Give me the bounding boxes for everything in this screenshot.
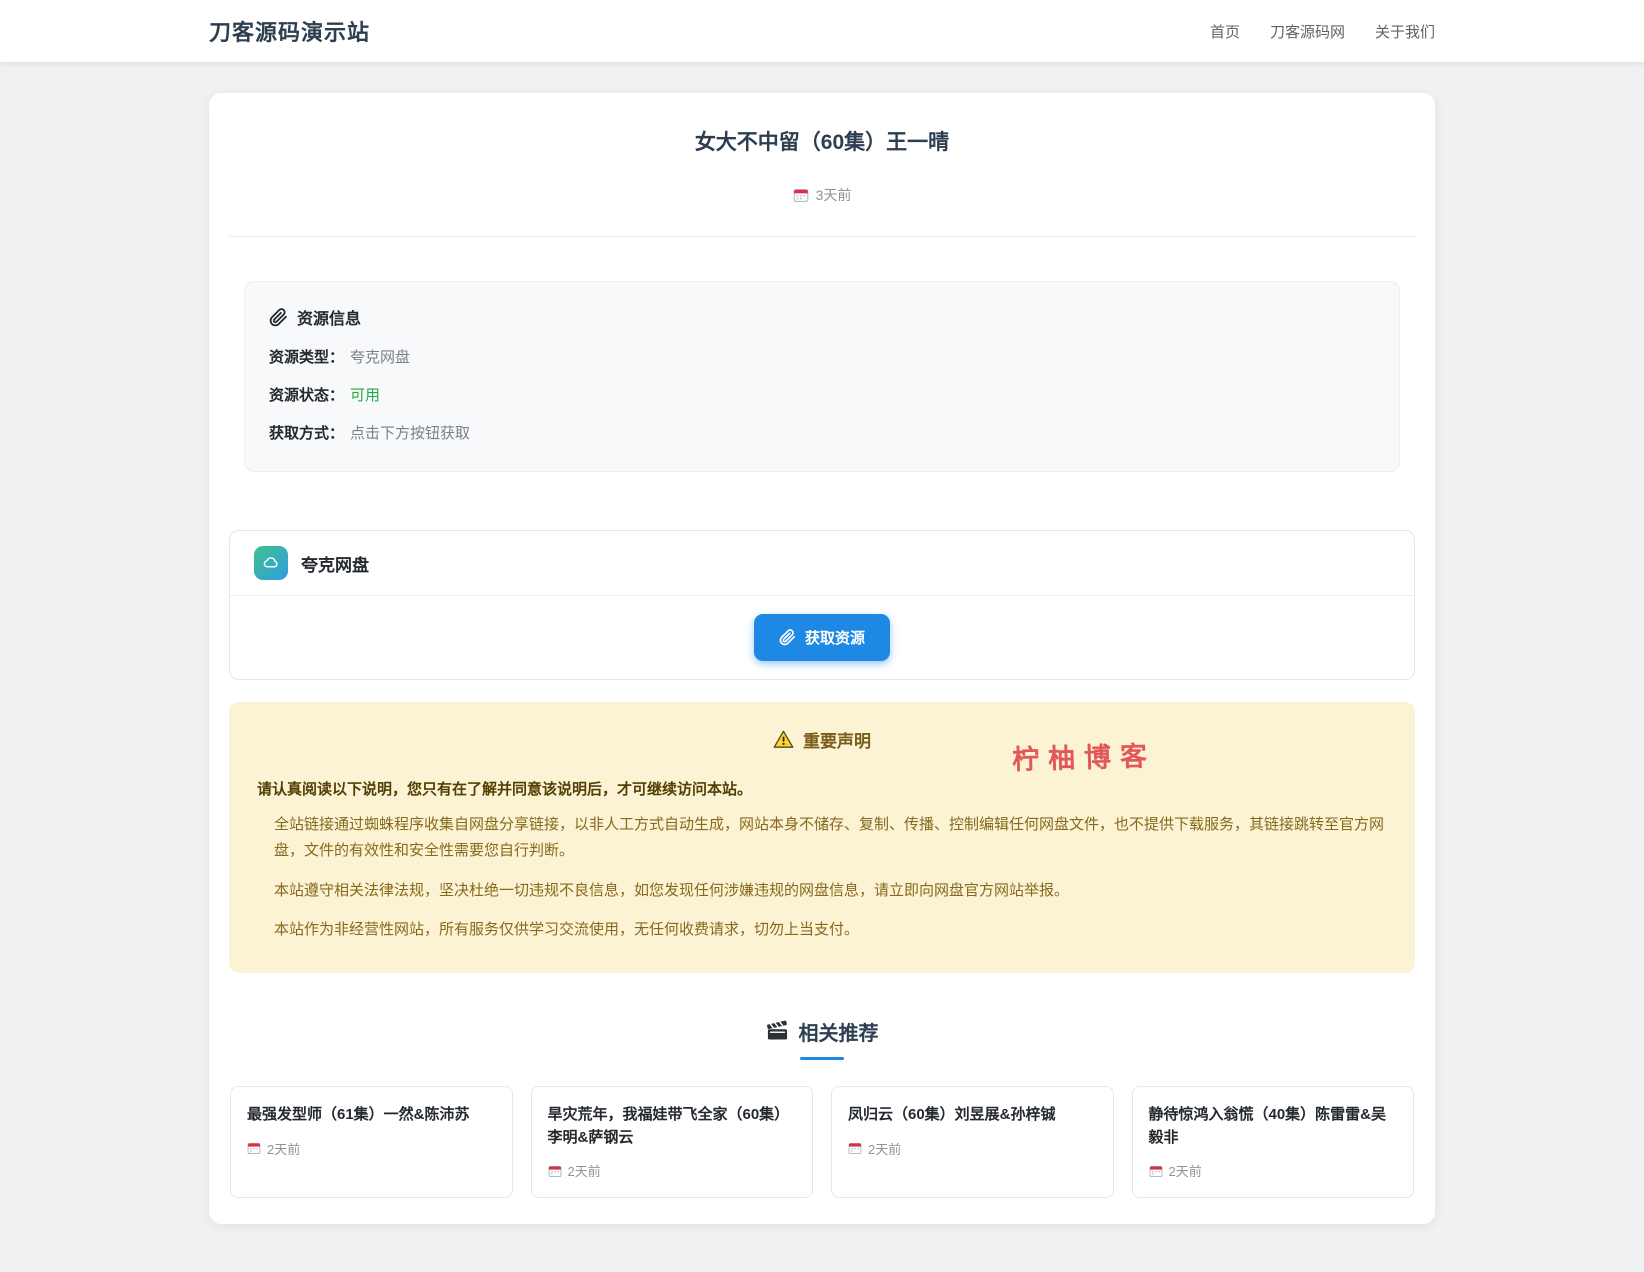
download-card-header: 夸克网盘 <box>230 531 1414 595</box>
recommendation-title: 静待惊鸿入翁慌（40集）陈雷雷&吴毅非 <box>1149 1104 1398 1149</box>
post-title: 女大不中留（60集）王一晴 <box>229 126 1415 156</box>
post-card: 女大不中留（60集）王一晴 3天前 资源信息 资源类型： 夸克网盘 资源状态： 可用 <box>209 93 1435 1224</box>
resource-info-heading-label: 资源信息 <box>297 305 361 329</box>
download-card-body: 获取资源 <box>230 596 1414 679</box>
resource-info-box: 资源信息 资源类型： 夸克网盘 资源状态： 可用 获取方式： 点击下方按钮获取 <box>244 281 1400 472</box>
quark-cloud-icon <box>254 546 288 580</box>
recommendations-heading-label: 相关推荐 <box>799 1017 879 1046</box>
heading-accent-underline <box>800 1057 844 1060</box>
notice-heading: 重要声明 <box>257 727 1387 752</box>
get-resource-button[interactable]: 获取资源 <box>754 614 890 661</box>
recommendation-date: 2天前 <box>1149 1161 1398 1180</box>
recommendations-grid: 最强发型师（61集）一然&陈沛苏 2天前 旱灾荒年，我福娃带飞全家（60集）李明… <box>229 1086 1415 1198</box>
notice-paragraph: 全站链接通过蜘蛛程序收集自网盘分享链接，以非人工方式自动生成，网站本身不储存、复… <box>274 812 1387 865</box>
recommendation-card[interactable]: 最强发型师（61集）一然&陈沛苏 2天前 <box>230 1086 513 1198</box>
resource-row-status: 资源状态： 可用 <box>269 384 1375 405</box>
notice-heading-label: 重要声明 <box>803 727 871 752</box>
recommendation-title: 凤归云（60集）刘昱展&孙梓铖 <box>848 1104 1097 1127</box>
calendar-icon <box>548 1164 562 1178</box>
recommendation-date: 2天前 <box>548 1161 797 1180</box>
nav-link-home[interactable]: 首页 <box>1210 21 1240 42</box>
resource-status-value: 可用 <box>350 387 380 404</box>
blog-watermark: 柠柚博客 <box>1011 734 1156 777</box>
calendar-icon <box>848 1141 862 1155</box>
recommendation-date-text: 2天前 <box>568 1161 601 1180</box>
site-header: 刀客源码演示站 首页 刀客源码网 关于我们 <box>0 0 1644 62</box>
post-date: 3天前 <box>816 185 852 205</box>
resource-method-label: 获取方式： <box>269 425 344 442</box>
paperclip-icon <box>779 629 796 646</box>
resource-type-label: 资源类型： <box>269 349 344 366</box>
post-meta: 3天前 <box>229 185 1415 205</box>
calendar-icon <box>247 1141 261 1155</box>
get-resource-button-label: 获取资源 <box>805 627 865 648</box>
download-card: 夸克网盘 获取资源 <box>229 530 1415 680</box>
resource-row-type: 资源类型： 夸克网盘 <box>269 346 1375 367</box>
site-logo-title[interactable]: 刀客源码演示站 <box>209 15 370 47</box>
recommendation-card[interactable]: 凤归云（60集）刘昱展&孙梓铖 2天前 <box>831 1086 1114 1198</box>
notice-paragraph: 本站遵守相关法律法规，坚决杜绝一切违规不良信息，如您发现任何涉嫌违规的网盘信息，… <box>274 878 1387 904</box>
recommendation-title: 旱灾荒年，我福娃带飞全家（60集）李明&萨钢云 <box>548 1104 797 1149</box>
resource-type-value: 夸克网盘 <box>350 349 410 366</box>
warning-triangle-icon <box>773 729 794 750</box>
top-nav: 首页 刀客源码网 关于我们 <box>1210 21 1435 42</box>
recommendation-date-text: 2天前 <box>1169 1161 1202 1180</box>
clapperboard-icon <box>766 1020 789 1043</box>
recommendation-card[interactable]: 静待惊鸿入翁慌（40集）陈雷雷&吴毅非 2天前 <box>1132 1086 1415 1198</box>
calendar-icon <box>1149 1164 1163 1178</box>
paperclip-icon <box>269 308 288 327</box>
resource-info-heading: 资源信息 <box>269 305 1375 329</box>
resource-method-value: 点击下方按钮获取 <box>350 425 470 442</box>
notice-intro: 请认真阅读以下说明，您只有在了解并同意该说明后，才可继续访问本站。 <box>257 778 1387 799</box>
recommendation-title: 最强发型师（61集）一然&陈沛苏 <box>247 1104 496 1127</box>
recommendation-card[interactable]: 旱灾荒年，我福娃带飞全家（60集）李明&萨钢云 2天前 <box>531 1086 814 1198</box>
nav-link-about[interactable]: 关于我们 <box>1375 21 1435 42</box>
important-notice-box: 重要声明 柠柚博客 请认真阅读以下说明，您只有在了解并同意该说明后，才可继续访问… <box>229 702 1415 973</box>
calendar-icon <box>793 187 809 203</box>
recommendations-section: 相关推荐 最强发型师（61集）一然&陈沛苏 2天前 <box>229 1017 1415 1198</box>
post-divider <box>229 236 1415 237</box>
notice-paragraph: 本站作为非经营性网站，所有服务仅供学习交流使用，无任何收费请求，切勿上当支付。 <box>274 917 1387 943</box>
resource-status-label: 资源状态： <box>269 387 344 404</box>
recommendations-heading: 相关推荐 <box>229 1017 1415 1046</box>
nav-link-source-site[interactable]: 刀客源码网 <box>1270 21 1345 42</box>
resource-row-method: 获取方式： 点击下方按钮获取 <box>269 422 1375 443</box>
header-container: 刀客源码演示站 首页 刀客源码网 关于我们 <box>209 0 1435 62</box>
provider-name: 夸克网盘 <box>301 551 369 576</box>
